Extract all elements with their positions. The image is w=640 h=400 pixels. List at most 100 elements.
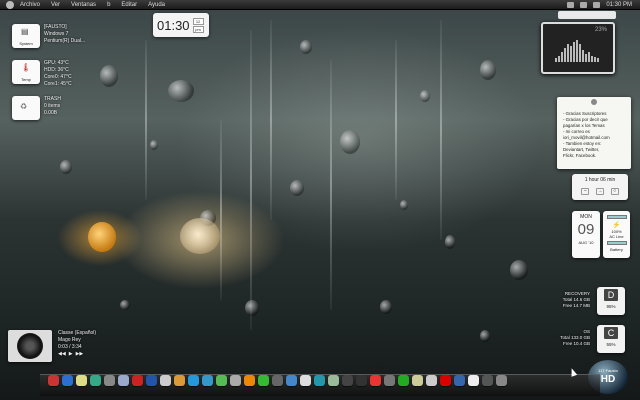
calendar-day: 09 bbox=[577, 221, 595, 238]
note-line: Flickr, Facebook. bbox=[563, 153, 597, 158]
timer-next-button[interactable]: → bbox=[595, 188, 604, 195]
battery-icon[interactable] bbox=[593, 1, 601, 8]
dock-app-icon[interactable] bbox=[160, 375, 171, 386]
volume-icon[interactable] bbox=[580, 1, 588, 8]
dock-app-icon[interactable] bbox=[342, 375, 353, 386]
drive-percent: 55% bbox=[606, 342, 616, 347]
temp-widget[interactable]: 🌡 Temp GPU: 43°C HDD: 36°C Core0: 47°C C… bbox=[12, 60, 72, 88]
temp-label: Temp bbox=[21, 77, 31, 82]
dock-app-icon[interactable] bbox=[174, 375, 185, 386]
drive-letter: D bbox=[604, 289, 618, 301]
power-plug-icon: ⚡ bbox=[612, 222, 621, 229]
menu-item-archivo[interactable]: Archivo bbox=[20, 2, 40, 8]
dock-app-icon[interactable] bbox=[482, 375, 493, 386]
menu-item-ayuda[interactable]: Ayuda bbox=[148, 2, 165, 8]
dock-app-icon[interactable] bbox=[286, 375, 297, 386]
dock-app-icon[interactable] bbox=[216, 375, 227, 386]
menubar-clock[interactable]: 01:30 PM bbox=[606, 2, 632, 8]
dock-app-icon[interactable] bbox=[412, 375, 423, 386]
next-icon[interactable]: ▶▶ bbox=[76, 351, 84, 358]
recycle-icon: ♻ bbox=[12, 96, 40, 120]
drive-d-widget[interactable]: D 95% bbox=[597, 287, 625, 315]
dock-app-icon[interactable] bbox=[244, 375, 255, 386]
clock-widget[interactable]: 01:30 12 pm bbox=[153, 13, 209, 37]
dock-app-icon[interactable] bbox=[258, 375, 269, 386]
dock-app-icon[interactable] bbox=[300, 375, 311, 386]
dock-app-icon[interactable] bbox=[104, 375, 115, 386]
dock-app-icon[interactable] bbox=[90, 375, 101, 386]
system-label: System bbox=[19, 41, 33, 46]
system-line-2: Windows 7 bbox=[44, 31, 69, 37]
play-icon[interactable]: ▶ bbox=[69, 351, 73, 358]
album-art bbox=[8, 330, 52, 362]
sticky-note[interactable]: - Gracias Suscriptores - Gracias por dec… bbox=[557, 97, 631, 169]
clock-hour-format: 12 bbox=[192, 17, 204, 25]
menu-item-ventanas[interactable]: Ventanas bbox=[71, 2, 96, 8]
menu-bar: Archivo Ver Ventanas b Editar Ayuda 01:3… bbox=[0, 0, 640, 10]
temp-line-3: Core0: 47°C bbox=[44, 74, 72, 80]
dock-app-icon[interactable] bbox=[314, 375, 325, 386]
music-widget[interactable]: Classe (Español) Mago Rey 0:03 / 3:34 ◀◀… bbox=[8, 330, 96, 362]
dock-app-icon[interactable] bbox=[398, 375, 409, 386]
timer-widget[interactable]: 1 hour 06 min − → ○ bbox=[572, 174, 628, 200]
dock-app-icon[interactable] bbox=[328, 375, 339, 386]
monitor-header bbox=[558, 11, 616, 19]
system-line-3: Pentium(R) Dual... bbox=[44, 38, 86, 44]
dock-app-icon[interactable] bbox=[272, 375, 283, 386]
battery-bar-top bbox=[606, 215, 627, 219]
monitor-graph bbox=[555, 40, 599, 62]
pin-icon bbox=[591, 99, 597, 105]
battery-source: AC Line bbox=[609, 234, 624, 239]
drive-free: Free 14.7 MB bbox=[562, 303, 590, 308]
calendar-weekday: MON bbox=[580, 214, 592, 220]
monitor-widget[interactable]: 23% bbox=[541, 22, 615, 74]
trash-widget[interactable]: ♻ TRASH 0 items 0.00B bbox=[12, 96, 61, 120]
drive-info-c: OS Total 133.0 GB Free 10.4 GB bbox=[530, 329, 590, 347]
dock-app-icon[interactable] bbox=[426, 375, 437, 386]
dock-app-icon[interactable] bbox=[118, 375, 129, 386]
dock-app-icon[interactable] bbox=[132, 375, 143, 386]
drive-info-d: RECOVERY Total 14.6 GB Free 14.7 MB bbox=[530, 291, 590, 309]
timer-label: 1 hour 06 min bbox=[584, 177, 616, 183]
clock-ampm: pm bbox=[192, 25, 204, 33]
dock-app-icon[interactable] bbox=[454, 375, 465, 386]
drive-free: Free 10.4 GB bbox=[562, 341, 590, 346]
menu-item-editar[interactable]: Editar bbox=[121, 2, 137, 8]
timer-minus-button[interactable]: − bbox=[581, 188, 590, 195]
menu-item-ver[interactable]: Ver bbox=[51, 2, 60, 8]
dock-app-icon[interactable] bbox=[384, 375, 395, 386]
dock-app-icon[interactable] bbox=[146, 375, 157, 386]
trash-title: TRASH bbox=[44, 96, 61, 102]
menu-item-b[interactable]: b bbox=[107, 2, 110, 8]
temp-line-2: HDD: 36°C bbox=[44, 67, 69, 73]
track-title: Classe (Español) bbox=[58, 330, 97, 336]
dock-app-icon[interactable] bbox=[76, 375, 87, 386]
timer-reset-button[interactable]: ○ bbox=[610, 188, 619, 195]
hd-badge-top: 117 Fausto bbox=[598, 368, 618, 373]
dock-app-icon[interactable] bbox=[468, 375, 479, 386]
trash-size: 0.00B bbox=[44, 110, 58, 116]
system-widget[interactable]: ▤ System [FAUSTO] Windows 7 Pentium(R) D… bbox=[12, 24, 85, 48]
dock-app-icon[interactable] bbox=[496, 375, 507, 386]
dock-app-icon[interactable] bbox=[230, 375, 241, 386]
dock-app-icon[interactable] bbox=[188, 375, 199, 386]
dock-app-icon[interactable] bbox=[62, 375, 73, 386]
drive-letter: C bbox=[604, 327, 618, 339]
calendar-month: AUG '10 bbox=[578, 240, 594, 245]
thermometer-icon: 🌡 Temp bbox=[12, 60, 40, 84]
dock-app-icon[interactable] bbox=[356, 375, 367, 386]
monitor-value: 23% bbox=[594, 27, 607, 33]
battery-widget[interactable]: ⚡ 100% AC Line Battery bbox=[603, 211, 630, 258]
wifi-icon[interactable] bbox=[567, 1, 575, 8]
calendar-widget[interactable]: MON 09 AUG '10 bbox=[572, 211, 600, 258]
dock-app-icon[interactable] bbox=[48, 375, 59, 386]
dock-app-icon[interactable] bbox=[370, 375, 381, 386]
temp-line-1: GPU: 43°C bbox=[44, 60, 69, 66]
previous-icon[interactable]: ◀◀ bbox=[58, 351, 66, 358]
drive-c-widget[interactable]: C 55% bbox=[597, 325, 625, 353]
apple-icon[interactable] bbox=[6, 0, 14, 9]
dock-app-icon[interactable] bbox=[202, 375, 213, 386]
dock-icons bbox=[48, 375, 507, 386]
dock-app-icon[interactable] bbox=[440, 375, 451, 386]
battery-bar bbox=[606, 241, 627, 245]
